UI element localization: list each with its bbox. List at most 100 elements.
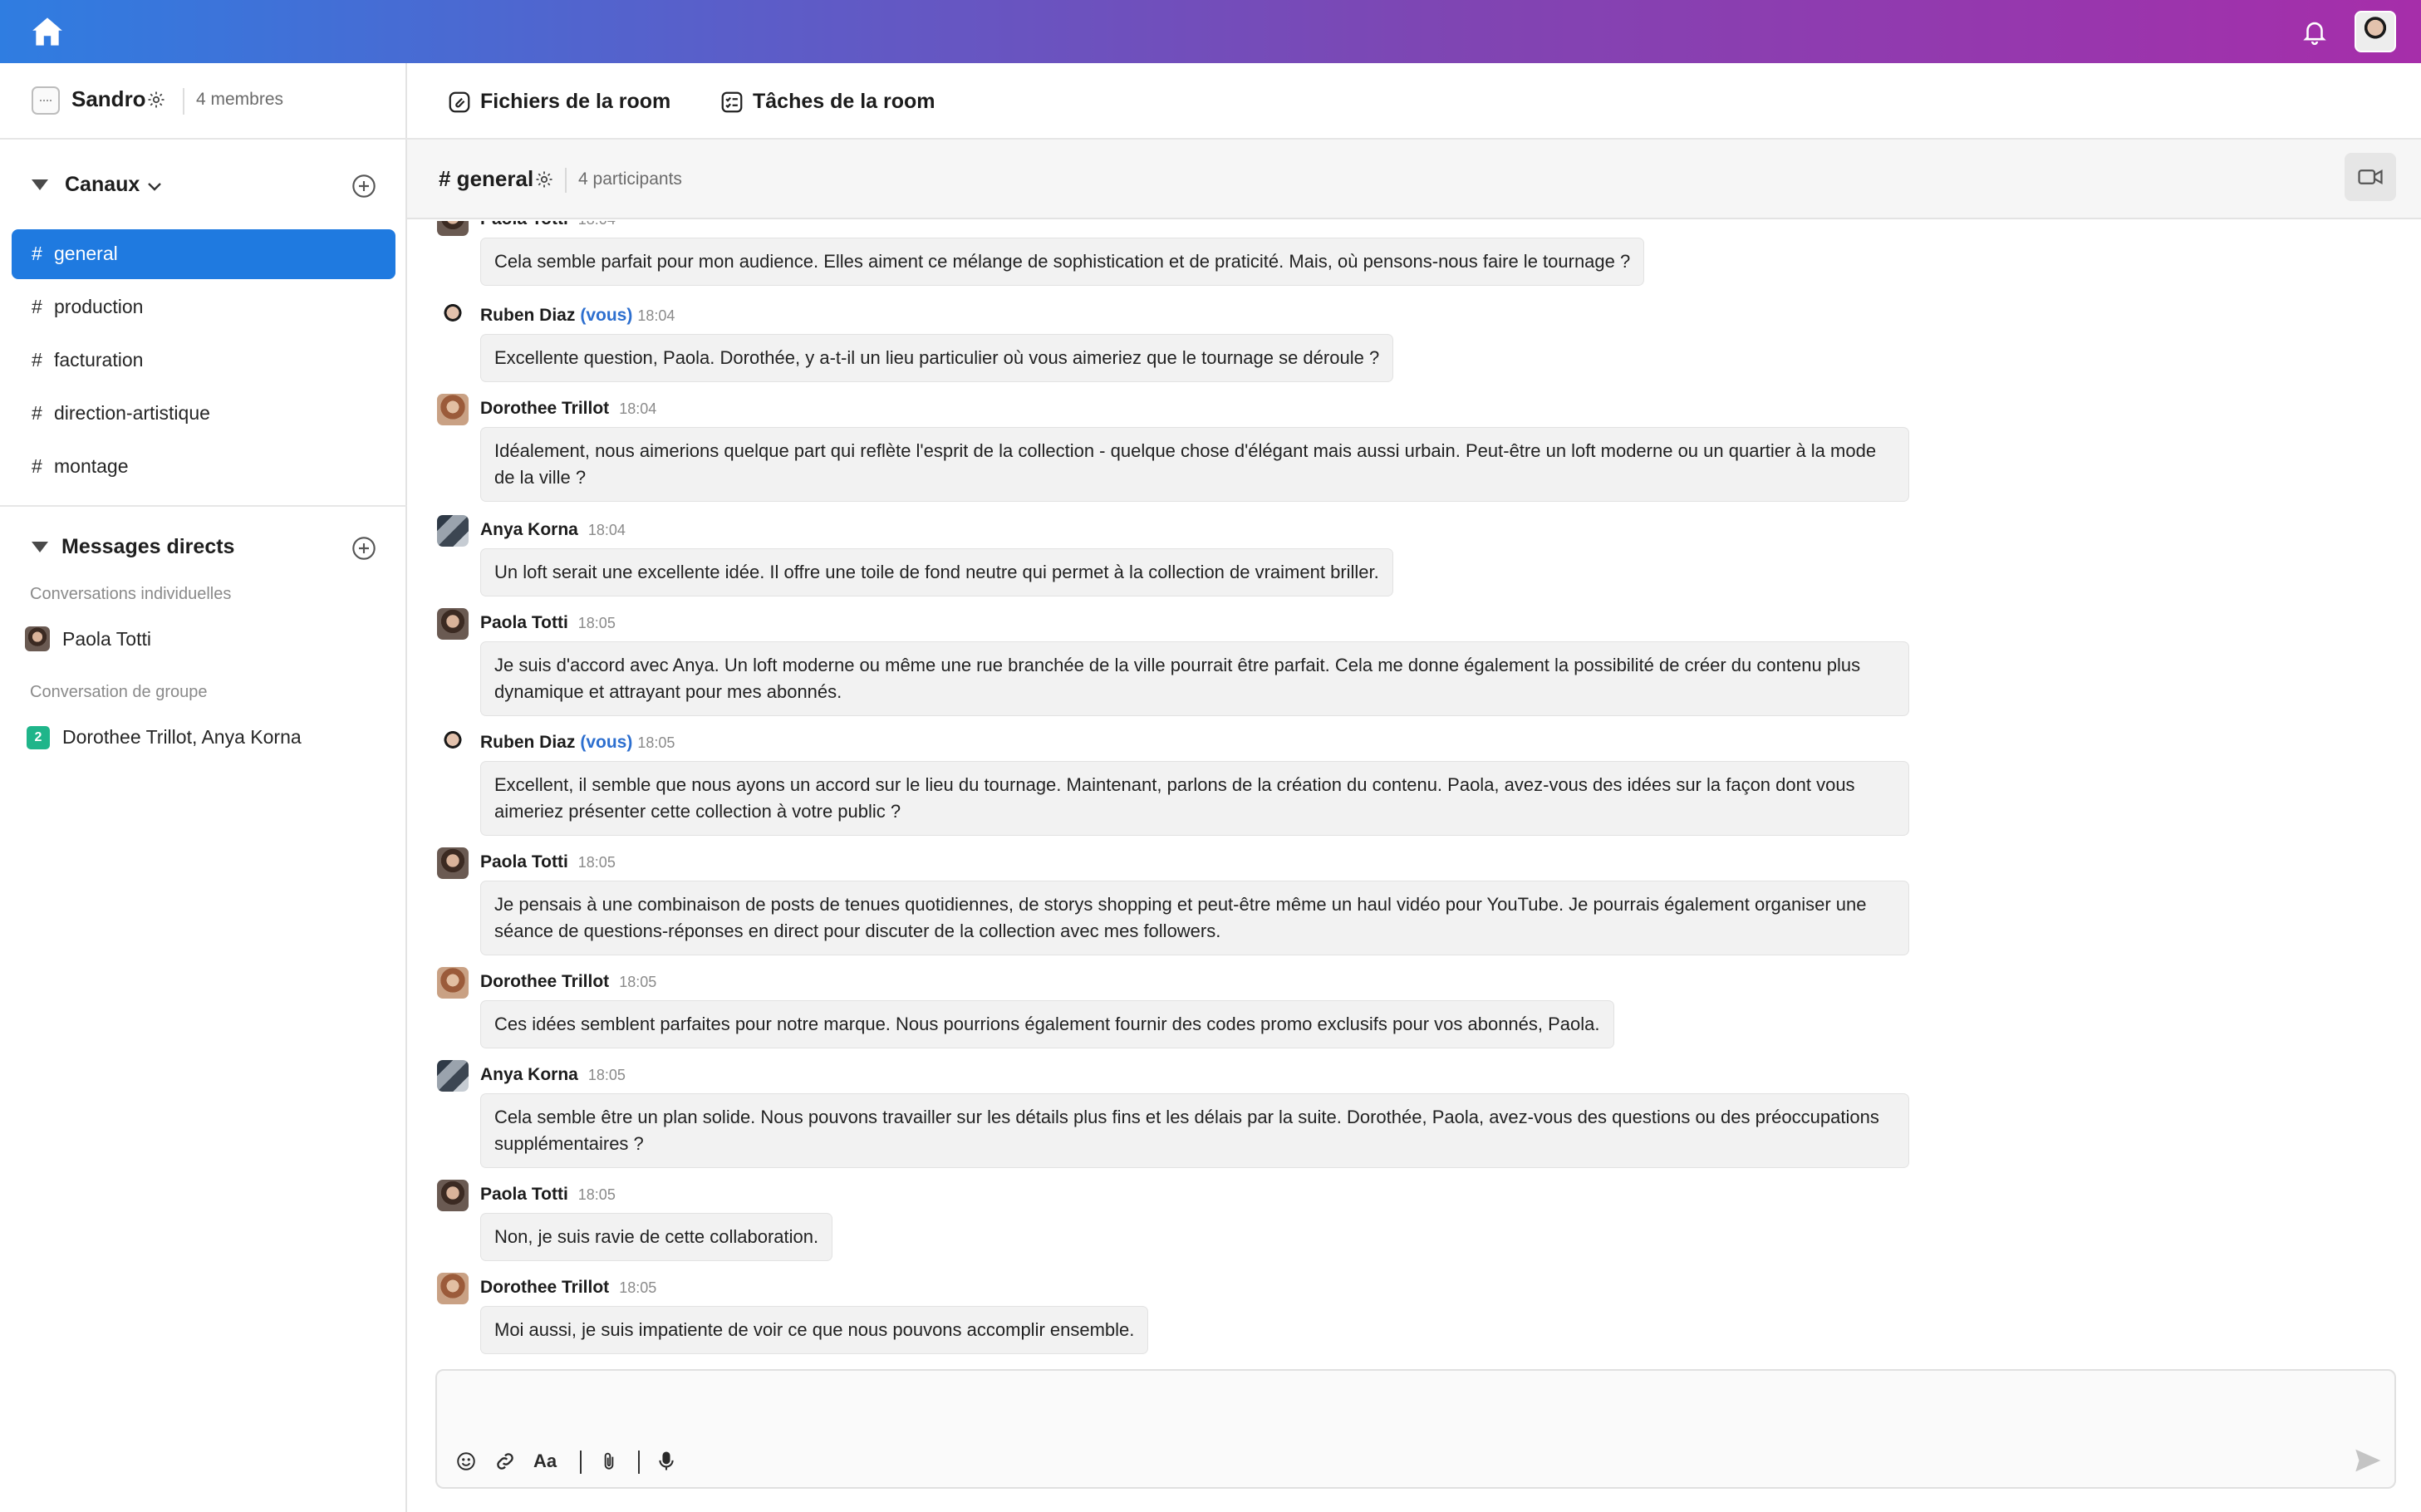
message-time: 18:05 bbox=[577, 1186, 616, 1203]
channel-title: # general bbox=[439, 166, 534, 191]
separator bbox=[565, 168, 567, 193]
emoji-icon bbox=[457, 1452, 475, 1470]
add-dm-icon[interactable] bbox=[351, 535, 377, 562]
user-avatar[interactable] bbox=[2355, 11, 2396, 52]
channels-title: Canaux bbox=[65, 173, 140, 196]
message-author[interactable]: Paola Totti bbox=[480, 1185, 568, 1204]
bell-icon bbox=[2303, 22, 2326, 46]
message-header: Paola Totti 18:05 bbox=[480, 613, 616, 633]
channel-item-montage[interactable]: # montage bbox=[12, 442, 395, 492]
chevron-down-icon[interactable] bbox=[145, 176, 165, 196]
you-label: (vous) bbox=[580, 733, 633, 752]
avatar[interactable] bbox=[437, 1180, 469, 1211]
message-header: Dorothee Trillot 18:05 bbox=[480, 972, 656, 992]
dm-item-group[interactable]: 2 Dorothee Trillot, Anya Korna bbox=[12, 716, 395, 758]
home-button[interactable] bbox=[23, 8, 71, 55]
message-bubble: Cela semble être un plan solide. Nous po… bbox=[480, 1093, 1909, 1168]
channel-item-direction-artistique[interactable]: # direction-artistique bbox=[12, 389, 395, 439]
avatar[interactable] bbox=[437, 608, 469, 640]
message-bubble: Un loft serait une excellente idée. Il o… bbox=[480, 548, 1393, 596]
channel-label: production bbox=[54, 296, 144, 317]
tab-label: Fichiers de la room bbox=[480, 90, 671, 113]
channel-item-production[interactable]: # production bbox=[12, 282, 395, 332]
room-tabs: Fichiers de la room Tâches de la room bbox=[407, 63, 2421, 140]
dm-name: Paola Totti bbox=[62, 628, 151, 650]
format-button[interactable]: Aa bbox=[533, 1447, 557, 1475]
avatar[interactable] bbox=[437, 1273, 469, 1304]
collapse-caret-icon[interactable] bbox=[32, 542, 48, 552]
channel-label: montage bbox=[54, 455, 129, 477]
channels-section-header[interactable]: Canaux bbox=[0, 161, 407, 211]
tab-room-files[interactable]: Fichiers de la room bbox=[447, 83, 670, 120]
avatar bbox=[25, 626, 50, 651]
message-header: Dorothee Trillot 18:05 bbox=[480, 1278, 656, 1298]
message-author[interactable]: Anya Korna bbox=[480, 520, 578, 539]
you-label: (vous) bbox=[580, 306, 633, 325]
avatar[interactable] bbox=[437, 301, 469, 332]
message-list[interactable]: Paola Totti 18:04 Cela semble parfait pou… bbox=[407, 221, 2421, 1364]
avatar[interactable] bbox=[437, 221, 469, 236]
message-time: 18:05 bbox=[619, 974, 657, 990]
send-icon[interactable] bbox=[2353, 1446, 2383, 1475]
message-time: 18:05 bbox=[577, 854, 616, 871]
separator bbox=[183, 88, 184, 115]
avatar[interactable] bbox=[437, 1060, 469, 1092]
toolbar-separator bbox=[638, 1451, 640, 1474]
individual-conversations-label: Conversations individuelles bbox=[30, 585, 232, 603]
dm-section-header[interactable]: Messages directs bbox=[0, 523, 407, 573]
message-bubble: Moi aussi, je suis impatiente de voir ce… bbox=[480, 1306, 1149, 1354]
message-author[interactable]: Paola Totti bbox=[480, 613, 568, 632]
message-author[interactable]: Dorothee Trillot bbox=[480, 1278, 609, 1297]
avatar[interactable] bbox=[437, 728, 469, 759]
avatar[interactable] bbox=[437, 394, 469, 425]
voice-button[interactable] bbox=[655, 1447, 678, 1475]
hash-icon: # bbox=[32, 455, 42, 477]
message-time: 18:05 bbox=[587, 1067, 626, 1083]
message-author[interactable]: Ruben Diaz bbox=[480, 306, 575, 325]
link-button[interactable] bbox=[494, 1447, 517, 1475]
emoji-button[interactable] bbox=[455, 1447, 477, 1475]
message-input[interactable] bbox=[454, 1382, 2365, 1432]
avatar[interactable] bbox=[437, 847, 469, 879]
message-author[interactable]: Ruben Diaz bbox=[480, 733, 575, 752]
avatar[interactable] bbox=[437, 515, 469, 547]
add-channel-icon[interactable] bbox=[351, 173, 377, 199]
message-time: 18:04 bbox=[637, 307, 675, 324]
channel-item-facturation[interactable]: # facturation bbox=[12, 336, 395, 385]
gear-icon[interactable] bbox=[534, 169, 554, 189]
message-header: Ruben Diaz (vous) 18:05 bbox=[480, 733, 675, 753]
avatar[interactable] bbox=[437, 967, 469, 999]
message-bubble: Je pensais à une combinaison de posts de… bbox=[480, 881, 1909, 955]
gear-icon[interactable] bbox=[146, 90, 166, 110]
collapse-caret-icon[interactable] bbox=[32, 179, 48, 190]
notifications-button[interactable] bbox=[2295, 12, 2335, 52]
room-name: Sandro bbox=[71, 86, 146, 111]
home-icon bbox=[32, 17, 62, 46]
group-conversation-label: Conversation de groupe bbox=[30, 683, 208, 701]
files-icon bbox=[449, 91, 470, 113]
message-time: 18:05 bbox=[619, 1279, 657, 1296]
attach-button[interactable] bbox=[598, 1447, 620, 1475]
tab-label: Tâches de la room bbox=[753, 90, 935, 113]
message-bubble: Excellente question, Paola. Dorothée, y … bbox=[480, 334, 1394, 382]
message-author[interactable]: Dorothee Trillot bbox=[480, 399, 609, 418]
message-header: Dorothee Trillot 18:04 bbox=[480, 399, 656, 419]
message-time: 18:04 bbox=[619, 400, 657, 417]
tab-room-tasks[interactable]: Tâches de la room bbox=[719, 83, 935, 120]
message-header: Paola Totti 18:04 bbox=[480, 221, 616, 229]
message-header: Paola Totti 18:05 bbox=[480, 1185, 616, 1205]
channel-label: direction-artistique bbox=[54, 402, 210, 424]
message-header: Paola Totti 18:05 bbox=[480, 852, 616, 872]
message-author[interactable]: Paola Totti bbox=[480, 221, 568, 228]
channel-item-general[interactable]: # general bbox=[12, 229, 395, 279]
message-bubble: Non, je suis ravie de cette collaboratio… bbox=[480, 1213, 833, 1261]
message-author[interactable]: Paola Totti bbox=[480, 852, 568, 871]
message-author[interactable]: Anya Korna bbox=[480, 1065, 578, 1084]
dm-item-paola-totti[interactable]: Paola Totti bbox=[12, 618, 395, 660]
message-time: 18:05 bbox=[577, 615, 616, 631]
message-time: 18:04 bbox=[578, 221, 616, 228]
message-author[interactable]: Dorothee Trillot bbox=[480, 972, 609, 991]
message-header: Ruben Diaz (vous) 18:04 bbox=[480, 306, 675, 326]
hash-icon: # bbox=[32, 402, 42, 424]
video-call-button[interactable] bbox=[2345, 153, 2396, 201]
